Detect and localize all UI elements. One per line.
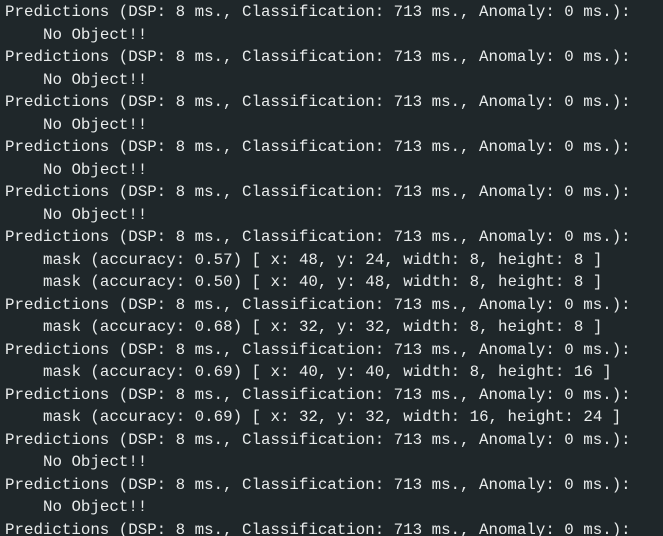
prediction-result-line: mask (accuracy: 0.57) [ x: 48, y: 24, wi… bbox=[43, 250, 603, 269]
prediction-header-line: Predictions (DSP: 8 ms., Classification:… bbox=[5, 183, 631, 201]
prediction-result-line: No Object!! bbox=[43, 498, 148, 516]
prediction-header-line: Predictions (DSP: 8 ms., Classification:… bbox=[5, 340, 631, 359]
prediction-result-line: mask (accuracy: 0.69) [ x: 32, y: 32, wi… bbox=[43, 408, 622, 426]
prediction-result-line: mask (accuracy: 0.68) [ x: 32, y: 32, wi… bbox=[43, 318, 603, 336]
prediction-header-line: Predictions (DSP: 8 ms., Classification:… bbox=[5, 48, 631, 66]
prediction-result-line: No Object!! bbox=[43, 160, 148, 179]
prediction-result-line: No Object!! bbox=[43, 25, 148, 44]
prediction-header-line: Predictions (DSP: 8 ms., Classification:… bbox=[5, 430, 631, 449]
prediction-header-line: Predictions (DSP: 8 ms., Classification:… bbox=[5, 520, 631, 536]
serial-monitor-output[interactable]: Predictions (DSP: 8 ms., Classification:… bbox=[0, 0, 663, 536]
prediction-result-line: No Object!! bbox=[43, 453, 148, 471]
prediction-result-line: mask (accuracy: 0.50) [ x: 40, y: 48, wi… bbox=[43, 273, 603, 291]
prediction-result-line: mask (accuracy: 0.69) [ x: 40, y: 40, wi… bbox=[43, 363, 612, 381]
prediction-result-line: No Object!! bbox=[43, 205, 148, 224]
prediction-result-line: No Object!! bbox=[43, 70, 148, 89]
prediction-header-line: Predictions (DSP: 8 ms., Classification:… bbox=[5, 138, 631, 156]
prediction-header-line: Predictions (DSP: 8 ms., Classification:… bbox=[5, 475, 631, 494]
prediction-header-line: Predictions (DSP: 8 ms., Classification:… bbox=[5, 295, 631, 314]
prediction-header-line: Predictions (DSP: 8 ms., Classification:… bbox=[5, 228, 631, 246]
prediction-header-line: Predictions (DSP: 8 ms., Classification:… bbox=[5, 385, 631, 404]
prediction-header-line: Predictions (DSP: 8 ms., Classification:… bbox=[5, 3, 631, 21]
prediction-header-line: Predictions (DSP: 8 ms., Classification:… bbox=[5, 93, 631, 111]
prediction-result-line: No Object!! bbox=[43, 115, 148, 134]
